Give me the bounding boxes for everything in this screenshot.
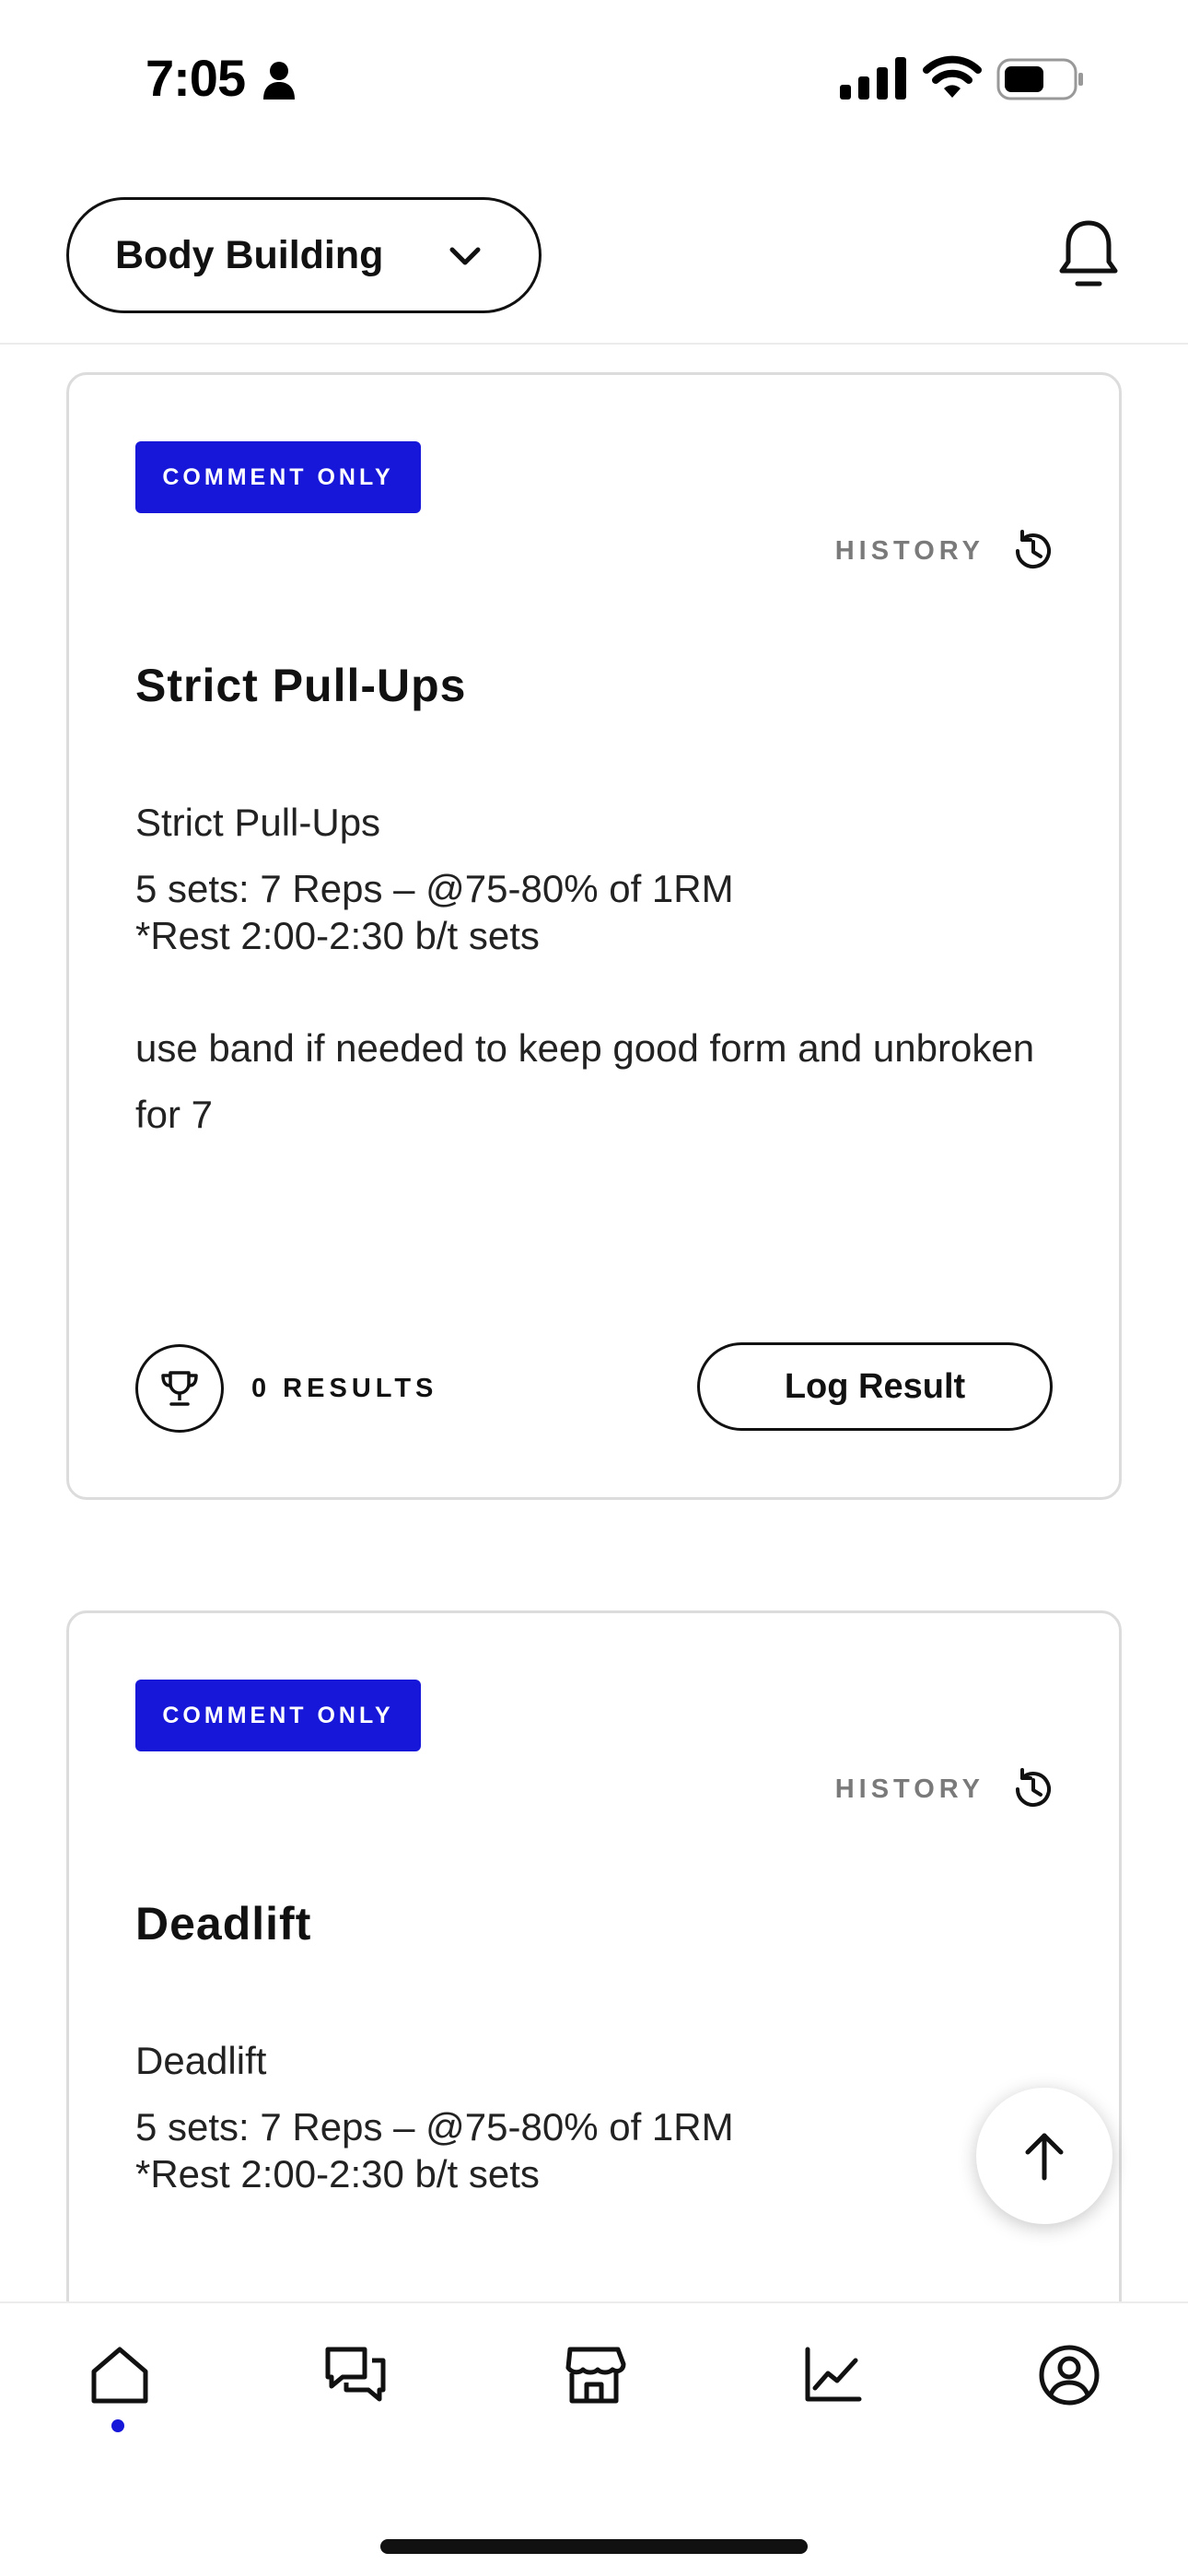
results-button[interactable]: 0 RESULTS: [135, 1344, 437, 1433]
profile-icon: [1039, 2345, 1100, 2406]
results-count: 0 RESULTS: [251, 1373, 438, 1403]
app-header: Body Building: [0, 157, 1188, 345]
comment-only-badge: COMMENT ONLY: [135, 1680, 421, 1751]
arrow-up-icon: [1025, 2133, 1064, 2181]
nav-chat[interactable]: [300, 2342, 411, 2453]
chat-icon: [325, 2347, 386, 2402]
trophy-icon: [135, 1344, 224, 1433]
workout-description-line: *Rest 2:00-2:30 b/t sets: [135, 914, 540, 957]
chart-icon: [805, 2347, 862, 2402]
status-time: 7:05: [146, 49, 246, 107]
workout-feed[interactable]: COMMENT ONLY HISTORY Strict Pull-Ups Str…: [0, 346, 1188, 2301]
scroll-top-button[interactable]: [976, 2088, 1112, 2224]
person-icon: [263, 62, 295, 100]
home-icon: [91, 2347, 148, 2404]
history-button[interactable]: HISTORY: [835, 1766, 1056, 1812]
signal-icon: [840, 57, 906, 100]
nav-stats[interactable]: [776, 2342, 887, 2453]
status-bar: 7:05: [0, 0, 1188, 157]
workout-card: COMMENT ONLY HISTORY Deadlift Deadlift 5…: [66, 1610, 1122, 2301]
nav-home[interactable]: [64, 2342, 175, 2453]
nav-store[interactable]: [539, 2342, 649, 2453]
workout-card: COMMENT ONLY HISTORY Strict Pull-Ups Str…: [66, 372, 1122, 1500]
history-icon: [1016, 530, 1051, 569]
workout-title: Strict Pull-Ups: [135, 660, 467, 711]
history-icon: [1016, 1768, 1051, 1808]
bottom-nav: [0, 2301, 1188, 2576]
workout-description-line: *Rest 2:00-2:30 b/t sets: [135, 2152, 540, 2195]
program-label: Body Building: [115, 232, 384, 277]
chevron-down-icon: [449, 247, 481, 265]
workout-title: Deadlift: [135, 1898, 312, 1950]
wifi-icon: [923, 55, 982, 98]
workout-description-line: use band if needed to keep good form and…: [135, 1026, 1035, 1136]
comment-only-badge: COMMENT ONLY: [135, 441, 421, 513]
home-indicator[interactable]: [380, 2539, 808, 2554]
bell-icon[interactable]: [1055, 217, 1122, 291]
active-tab-indicator: [111, 2419, 124, 2432]
program-selector[interactable]: Body Building: [66, 197, 542, 313]
log-result-button[interactable]: Log Result: [697, 1342, 1053, 1431]
history-button[interactable]: HISTORY: [835, 528, 1056, 574]
battery-icon: [996, 58, 1083, 100]
store-icon: [565, 2347, 626, 2404]
history-label: HISTORY: [834, 1774, 984, 1804]
nav-profile[interactable]: [1014, 2342, 1124, 2453]
history-label: HISTORY: [834, 535, 984, 566]
